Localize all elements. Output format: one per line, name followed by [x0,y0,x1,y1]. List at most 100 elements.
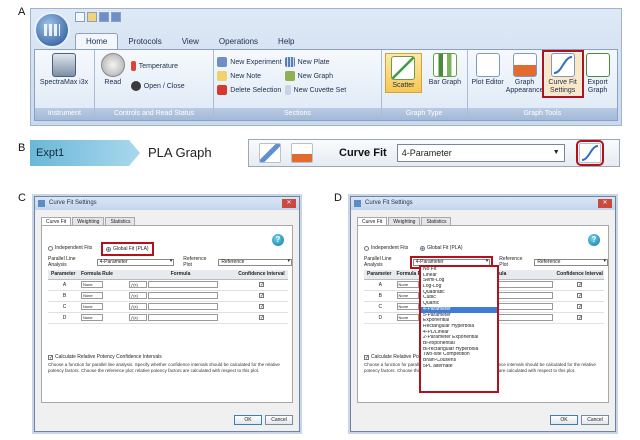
tab-operations[interactable]: Operations [209,34,268,49]
curve-fit-label: Curve Fit [339,147,387,159]
formula-input[interactable] [148,292,219,299]
help-icon[interactable]: ? [272,234,284,246]
save-all-icon[interactable] [111,12,121,22]
graph-appearance-icon[interactable] [291,143,313,163]
thermometer-icon [130,61,136,71]
confidence-checkbox[interactable]: ✓ [577,281,582,287]
cancel-button[interactable]: Cancel [581,415,609,425]
dialog-icon [354,200,361,207]
formula-input[interactable] [148,281,219,288]
reference-plot-select[interactable]: Reference [218,258,292,266]
group-label-sections: Sections [214,108,381,120]
relative-potency-row: ✓Calculate Relative Potency Confidence I… [48,354,162,361]
new-cuvette-set-button[interactable]: New Cuvette Set [284,85,346,95]
curve-fit-settings-button[interactable]: Curve Fit Settings [541,50,584,98]
export-graph-button[interactable]: Export Graph [583,53,613,95]
cuvette-icon [284,85,291,95]
formula-rule-select[interactable]: None [396,281,419,288]
parallel-line-select[interactable]: 4-Parameter [96,258,175,266]
tab-help[interactable]: Help [268,34,304,49]
experiment-tab[interactable]: Expt1 [30,140,140,166]
cancel-button[interactable]: Cancel [265,415,293,425]
close-icon[interactable]: ✕ [598,199,612,208]
ok-button[interactable]: OK [234,415,262,425]
open-folder-icon[interactable] [87,12,97,22]
dialog-title-bar: Curve Fit Settings ✕ [35,197,299,210]
instrument-icon [52,53,76,77]
formula-rule-select[interactable]: None [81,281,103,288]
dialog-icon [38,200,45,207]
app-menu-button[interactable] [34,12,70,48]
sigmoid-curve-icon [553,56,572,74]
quick-access-toolbar [75,12,121,22]
tab-view[interactable]: View [172,34,209,49]
plot-editor-button[interactable]: Plot Editor [471,53,505,87]
confidence-checkbox[interactable]: ✓ [577,303,582,309]
temperature-button[interactable]: Temperature [130,61,185,71]
reference-plot-select[interactable]: Reference [534,258,608,266]
open-close-button[interactable]: Open / Close [130,81,185,91]
new-graph-button[interactable]: New Graph [284,71,347,81]
formula-rule-select[interactable]: None [396,292,419,299]
ok-button[interactable]: OK [550,415,578,425]
plate-icon [284,57,295,67]
confidence-checkbox[interactable]: ✓ [259,303,264,309]
independent-fits-radio[interactable]: Independent Fits [48,245,92,251]
formula-input[interactable] [148,314,219,321]
relative-potency-checkbox[interactable]: ✓ [48,354,53,360]
panel-label-d: D [334,192,342,204]
graph-toolbar: Curve Fit 4-Parameter [248,139,620,167]
list-item[interactable]: 5PL alternate [421,364,497,370]
tab-home[interactable]: Home [75,33,119,49]
confidence-checkbox[interactable]: ✓ [259,292,264,298]
formula-rule-select[interactable]: None [396,303,419,310]
read-button[interactable]: Read [98,53,128,87]
group-label-graph-tools: Graph Tools [467,108,617,120]
global-fit-radio[interactable]: Global Fit (PLA) [420,245,463,251]
new-plate-button[interactable]: New Plate [284,57,347,67]
confidence-checkbox[interactable]: ✓ [577,292,582,298]
confidence-checkbox[interactable]: ✓ [577,314,582,320]
fx-button[interactable]: ƒ(x) [129,303,147,310]
confidence-checkbox[interactable]: ✓ [259,314,264,320]
fx-button[interactable]: ƒ(x) [129,314,147,321]
formula-input[interactable] [148,303,219,310]
close-icon[interactable]: ✕ [282,199,296,208]
confidence-checkbox[interactable]: ✓ [259,281,264,287]
help-icon[interactable]: ? [588,234,600,246]
save-icon[interactable] [99,12,109,22]
curve-fit-settings-icon[interactable] [575,140,604,166]
parameter-table: Parameter Formula Rule Formula Confidenc… [48,270,288,324]
tab-protocols[interactable]: Protocols [118,34,171,49]
curve-fit-dialog-d: Curve Fit Settings ✕ Curve Fit Weighting… [350,196,616,432]
relative-potency-checkbox[interactable]: ✓ [364,354,369,360]
new-file-icon[interactable] [75,12,85,22]
new-note-button[interactable]: New Note [217,71,281,81]
dialog-body: ? Independent Fits Global Fit (PLA) Para… [357,225,609,403]
formula-rule-select[interactable]: None [81,292,103,299]
scatter-button[interactable]: Scatter [384,53,423,93]
parallel-line-row: Parallel Line Analysis 4-Parameter Refer… [48,256,292,268]
group-label-graph-type: Graph Type [381,108,467,120]
graph-appearance-button[interactable]: Graph Appearance [506,53,544,95]
fx-button[interactable]: ƒ(x) [129,281,147,288]
bar-graph-button[interactable]: Bar Graph [426,53,463,87]
formula-rule-select[interactable]: None [81,303,103,310]
group-label-instrument: Instrument [35,108,94,120]
dialog-body: ? Independent Fits Global Fit (PLA) Para… [41,225,293,403]
formula-rule-select[interactable]: None [81,314,103,321]
fx-button[interactable]: ƒ(x) [129,292,147,299]
global-fit-radio[interactable]: Global Fit (PLA) [101,242,154,256]
delete-selection-button[interactable]: Delete Selection [217,85,281,95]
note-icon [217,71,228,81]
table-row: D None ƒ(x) ✓ [48,312,288,324]
delete-icon [217,85,228,95]
independent-fits-radio[interactable]: Independent Fits [364,245,408,251]
formula-rule-select[interactable]: None [396,314,419,321]
new-experiment-button[interactable]: New Experiment [217,57,282,67]
curve-fit-select[interactable]: 4-Parameter [396,144,565,162]
plot-editor-icon[interactable] [259,143,281,163]
table-row: C None ƒ(x) ✓ [48,301,288,313]
spectramax-button[interactable]: SpectraMax i3x [38,53,90,87]
scatter-icon [391,56,416,80]
